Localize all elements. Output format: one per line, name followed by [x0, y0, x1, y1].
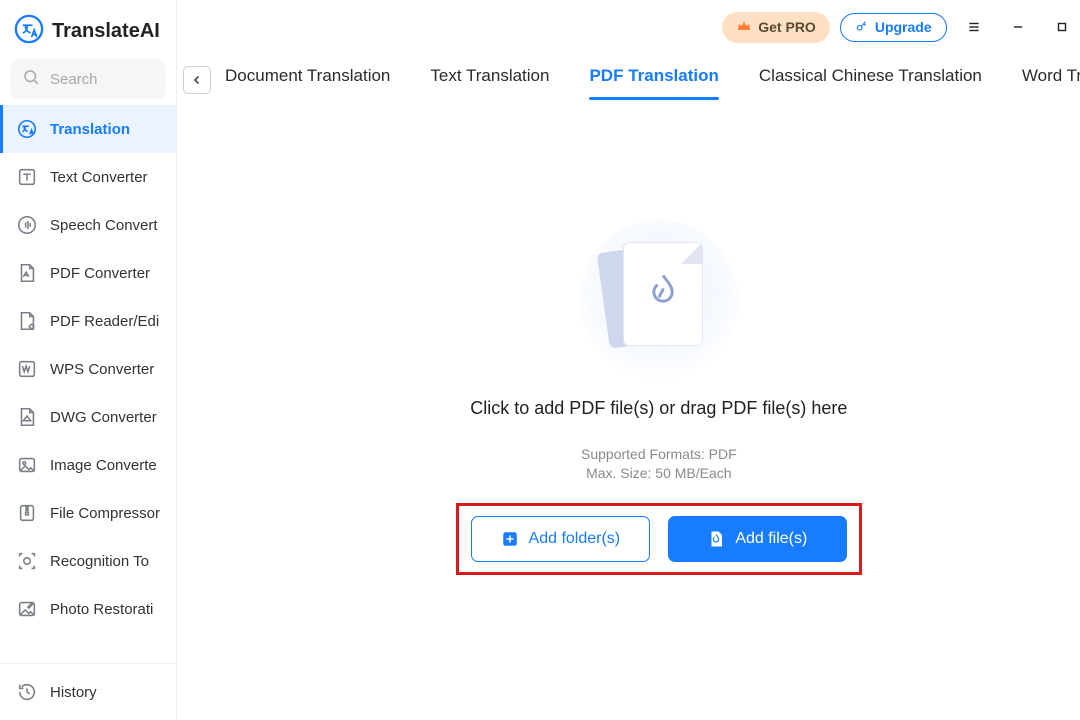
- add-folder-icon: [501, 530, 519, 548]
- upgrade-label: Upgrade: [875, 19, 932, 35]
- sidebar-bottom: History: [0, 663, 176, 720]
- sidebar-item-label: Text Converter: [50, 169, 148, 186]
- recognition-icon: [16, 550, 38, 572]
- sidebar-item-label: Image Converte: [50, 457, 157, 474]
- supported-formats: Supported Formats: PDF: [456, 445, 862, 464]
- sidebar-item-label: Recognition To: [50, 553, 149, 570]
- sidebar-item-label: DWG Converter: [50, 409, 157, 426]
- window-minimize-button[interactable]: [1001, 13, 1035, 41]
- sidebar-item-image-converter[interactable]: Image Converte: [0, 441, 176, 489]
- tab-document-translation[interactable]: Document Translation: [225, 60, 390, 100]
- search-input[interactable]: [50, 71, 154, 88]
- key-icon: [855, 19, 869, 36]
- wps-converter-icon: [16, 358, 38, 380]
- content-area: Click to add PDF file(s) or drag PDF fil…: [177, 100, 1080, 720]
- drop-zone[interactable]: Click to add PDF file(s) or drag PDF fil…: [456, 220, 862, 575]
- max-size: Max. Size: 50 MB/Each: [456, 464, 862, 483]
- sidebar-item-label: Photo Restorati: [50, 601, 153, 618]
- image-converter-icon: [16, 454, 38, 476]
- sidebar-item-wps-converter[interactable]: WPS Converter: [0, 345, 176, 393]
- add-file-icon: [707, 530, 725, 548]
- dwg-converter-icon: [16, 406, 38, 428]
- add-file-button[interactable]: Add file(s): [668, 516, 847, 562]
- window-maximize-button[interactable]: [1045, 13, 1079, 41]
- get-pro-button[interactable]: Get PRO: [722, 12, 830, 43]
- tabs-back-button[interactable]: [183, 66, 211, 94]
- photo-restoration-icon: [16, 598, 38, 620]
- sidebar: TranslateAI Translation Text Converter: [0, 0, 177, 720]
- tab-pdf-translation[interactable]: PDF Translation: [589, 60, 718, 100]
- upgrade-button[interactable]: Upgrade: [840, 13, 947, 42]
- pdf-icon: [641, 270, 685, 319]
- translation-icon: [16, 118, 38, 140]
- brand: TranslateAI: [0, 0, 176, 59]
- search-container: [0, 59, 176, 105]
- text-converter-icon: [16, 166, 38, 188]
- sidebar-item-text-converter[interactable]: Text Converter: [0, 153, 176, 201]
- hamburger-menu-button[interactable]: [957, 13, 991, 41]
- drop-title: Click to add PDF file(s) or drag PDF fil…: [456, 398, 862, 419]
- sidebar-item-photo-restoration[interactable]: Photo Restorati: [0, 585, 176, 633]
- add-folder-button[interactable]: Add folder(s): [471, 516, 650, 562]
- tab-classical-chinese-translation[interactable]: Classical Chinese Translation: [759, 60, 982, 100]
- file-compressor-icon: [16, 502, 38, 524]
- tab-word-translation[interactable]: Word Translatio: [1022, 60, 1080, 100]
- search-box[interactable]: [10, 59, 166, 99]
- tabs: Document Translation Text Translation PD…: [225, 60, 1080, 100]
- sidebar-item-label: PDF Converter: [50, 265, 150, 282]
- sidebar-item-label: PDF Reader/Edi: [50, 313, 159, 330]
- titlebar: Get PRO Upgrade: [177, 0, 1080, 50]
- pdf-file-illustration: [579, 220, 739, 380]
- sidebar-item-pdf-reader[interactable]: PDF Reader/Edi: [0, 297, 176, 345]
- pdf-reader-icon: [16, 310, 38, 332]
- tab-text-translation[interactable]: Text Translation: [430, 60, 549, 100]
- crown-icon: [736, 18, 752, 37]
- sidebar-item-label: WPS Converter: [50, 361, 154, 378]
- sidebar-item-label: History: [50, 684, 97, 701]
- add-folder-label: Add folder(s): [529, 530, 621, 548]
- search-icon: [22, 68, 40, 91]
- get-pro-label: Get PRO: [758, 19, 816, 35]
- speech-convert-icon: [16, 214, 38, 236]
- history-icon: [16, 681, 38, 703]
- sidebar-item-dwg-converter[interactable]: DWG Converter: [0, 393, 176, 441]
- sidebar-item-file-compressor[interactable]: File Compressor: [0, 489, 176, 537]
- sidebar-item-label: Speech Convert: [50, 217, 158, 234]
- drop-subtitle: Supported Formats: PDF Max. Size: 50 MB/…: [456, 445, 862, 483]
- brand-logo-icon: [14, 14, 44, 49]
- add-file-label: Add file(s): [735, 530, 807, 548]
- tabs-container: Document Translation Text Translation PD…: [177, 50, 1080, 100]
- sidebar-nav: Translation Text Converter Speech Conver…: [0, 105, 176, 633]
- sidebar-item-label: File Compressor: [50, 505, 160, 522]
- action-buttons-highlight: Add folder(s) Add file(s): [456, 503, 862, 575]
- sidebar-item-recognition-tools[interactable]: Recognition To: [0, 537, 176, 585]
- sidebar-item-label: Translation: [50, 121, 130, 138]
- brand-name: TranslateAI: [52, 20, 160, 43]
- sidebar-item-pdf-converter[interactable]: PDF Converter: [0, 249, 176, 297]
- main: Get PRO Upgrade: [177, 0, 1080, 720]
- pdf-converter-icon: [16, 262, 38, 284]
- sidebar-item-history[interactable]: History: [0, 664, 176, 720]
- sidebar-item-translation[interactable]: Translation: [0, 105, 176, 153]
- sidebar-item-speech-convert[interactable]: Speech Convert: [0, 201, 176, 249]
